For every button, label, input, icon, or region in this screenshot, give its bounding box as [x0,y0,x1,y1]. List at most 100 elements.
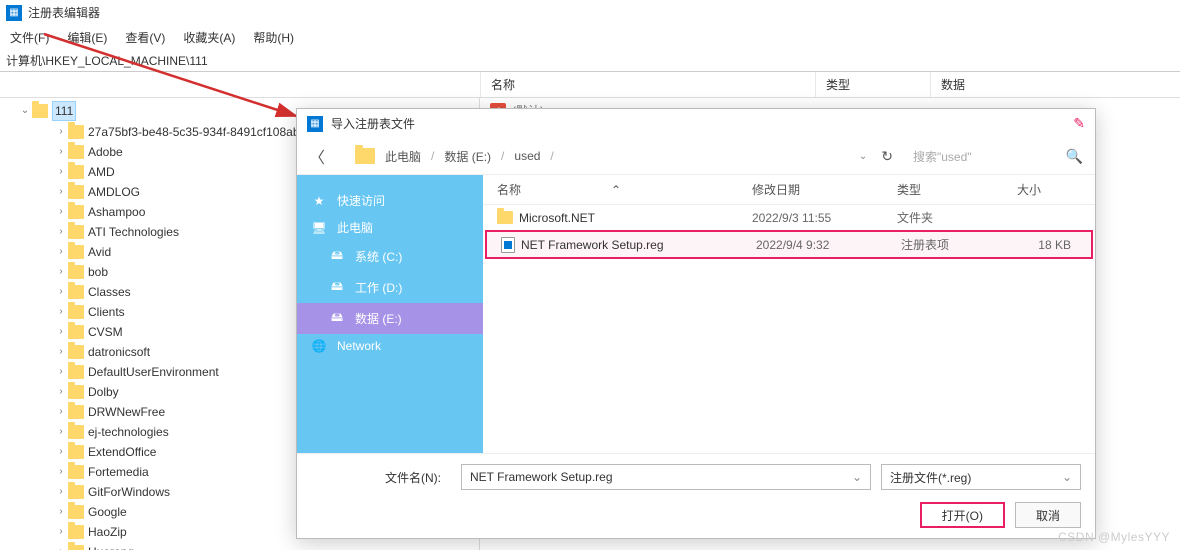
file-list-header: 名称⌃ 修改日期 类型 大小 [483,175,1095,205]
back-button[interactable]: 〈 [309,144,325,168]
col-size[interactable]: 大小 [1003,181,1095,198]
regedit-title: 注册表编辑器 [28,4,100,21]
col-type[interactable]: 类型 [883,181,1003,198]
col-header-type[interactable]: 类型 [815,72,930,97]
edit-icon[interactable]: ✎ [1073,115,1085,132]
tree-label: Clients [88,303,125,321]
sidebar-label: Network [337,339,381,353]
expand-icon[interactable]: › [54,243,68,261]
folder-icon [68,385,84,399]
expand-icon[interactable]: › [54,503,68,521]
network-icon: 🌐 [311,339,327,353]
chevron-down-icon[interactable]: ⌄ [852,470,862,484]
folder-icon [68,325,84,339]
expand-icon[interactable]: › [54,383,68,401]
sidebar-drive-e[interactable]: 🖴 数据 (E:) [297,303,483,334]
breadcrumb-folder[interactable]: used [514,149,540,163]
tree-node[interactable]: ›Huorong [0,542,479,550]
file-type: 注册表项 [887,236,1007,253]
expand-icon[interactable]: › [54,143,68,161]
expand-icon[interactable]: › [54,403,68,421]
expand-icon[interactable]: › [54,283,68,301]
folder-icon [68,345,84,359]
expand-icon[interactable]: › [54,523,68,541]
sort-indicator: ⌃ [611,183,621,197]
search-icon: 🔍 [1066,148,1083,165]
chevron-down-icon[interactable]: ⌄ [1062,470,1072,484]
tree-label: ExtendOffice [88,443,156,461]
breadcrumb-drive[interactable]: 数据 (E:) [444,148,491,165]
sidebar-network[interactable]: 🌐 Network [297,334,483,358]
filename-input[interactable]: NET Framework Setup.reg ⌄ [461,464,871,490]
regedit-titlebar: ▦ 注册表编辑器 [0,0,1180,25]
expand-icon[interactable]: › [54,443,68,461]
folder-icon [68,225,84,239]
expand-icon[interactable]: ⌄ [18,102,32,120]
tree-label: ej-technologies [88,423,169,441]
menu-file[interactable]: 文件(F) [10,29,49,46]
regedit-addressbar[interactable]: 计算机\HKEY_LOCAL_MACHINE\111 [0,50,1180,72]
sidebar-quick-access[interactable]: ★ 快速访问 [297,187,483,214]
folder-icon [68,205,84,219]
breadcrumb-pc[interactable]: 此电脑 [385,148,421,165]
sidebar-drive-d[interactable]: 🖴 工作 (D:) [297,272,483,303]
expand-icon[interactable]: › [54,363,68,381]
search-box[interactable]: 搜索"used" 🔍 [913,148,1083,165]
file-type: 文件夹 [883,209,1003,226]
tree-label: Google [88,503,127,521]
expand-icon[interactable]: › [54,483,68,501]
sidebar-drive-c[interactable]: 🖴 系统 (C:) [297,241,483,272]
sidebar-label: 工作 (D:) [355,279,402,296]
expand-icon[interactable]: › [54,123,68,141]
sidebar-this-pc[interactable]: 🖥 此电脑 [297,214,483,241]
tree-label: HaoZip [88,523,127,541]
expand-icon[interactable]: › [54,263,68,281]
expand-icon[interactable]: › [54,463,68,481]
file-row[interactable]: Microsoft.NET2022/9/3 11:55文件夹 [483,205,1095,230]
col-date[interactable]: 修改日期 [738,181,883,198]
expand-icon[interactable]: › [54,543,68,550]
expand-icon[interactable]: › [54,303,68,321]
tree-label: bob [88,263,108,281]
folder-icon [68,505,84,519]
folder-icon [68,285,84,299]
file-size: 18 KB [1007,238,1091,252]
expand-icon[interactable]: › [54,163,68,181]
col-header-name[interactable]: 名称 [480,72,815,97]
watermark: CSDN @MylesYYY [1058,530,1170,544]
col-name[interactable]: 名称⌃ [483,181,738,198]
refresh-icon[interactable]: ↻ [881,148,893,165]
menu-help[interactable]: 帮助(H) [253,29,294,46]
pc-icon: 🖥 [311,221,327,235]
menu-favorites[interactable]: 收藏夹(A) [183,29,235,46]
filetype-value: 注册文件(*.reg) [890,469,971,486]
file-name: Microsoft.NET [519,211,595,225]
sidebar-label: 数据 (E:) [355,310,402,327]
tree-label: Dolby [88,383,119,401]
file-name: NET Framework Setup.reg [521,238,664,252]
sidebar-label: 快速访问 [337,192,385,209]
expand-icon[interactable]: › [54,203,68,221]
folder-icon [68,445,84,459]
menu-edit[interactable]: 编辑(E) [67,29,107,46]
filetype-select[interactable]: 注册文件(*.reg) ⌄ [881,464,1081,490]
tree-label: DefaultUserEnvironment [88,363,219,381]
file-row[interactable]: NET Framework Setup.reg2022/9/4 9:32注册表项… [485,230,1093,259]
expand-icon[interactable]: › [54,423,68,441]
reg-file-icon [501,237,515,253]
menu-view[interactable]: 查看(V) [125,29,165,46]
tree-label: DRWNewFree [88,403,165,421]
expand-icon[interactable]: › [54,223,68,241]
col-header-data[interactable]: 数据 [930,72,1180,97]
drive-icon: 🖴 [329,277,345,298]
expand-icon[interactable]: › [54,323,68,341]
expand-icon[interactable]: › [54,183,68,201]
expand-icon[interactable]: › [54,343,68,361]
folder-icon [68,465,84,479]
regedit-menubar: 文件(F) 编辑(E) 查看(V) 收藏夹(A) 帮助(H) [0,25,1180,50]
open-button[interactable]: 打开(O) [920,502,1005,528]
chevron-down-icon[interactable]: ⌄ [859,151,867,162]
breadcrumb-sep: / [431,149,434,163]
tree-label: Ashampoo [88,203,145,221]
cancel-button[interactable]: 取消 [1015,502,1081,528]
